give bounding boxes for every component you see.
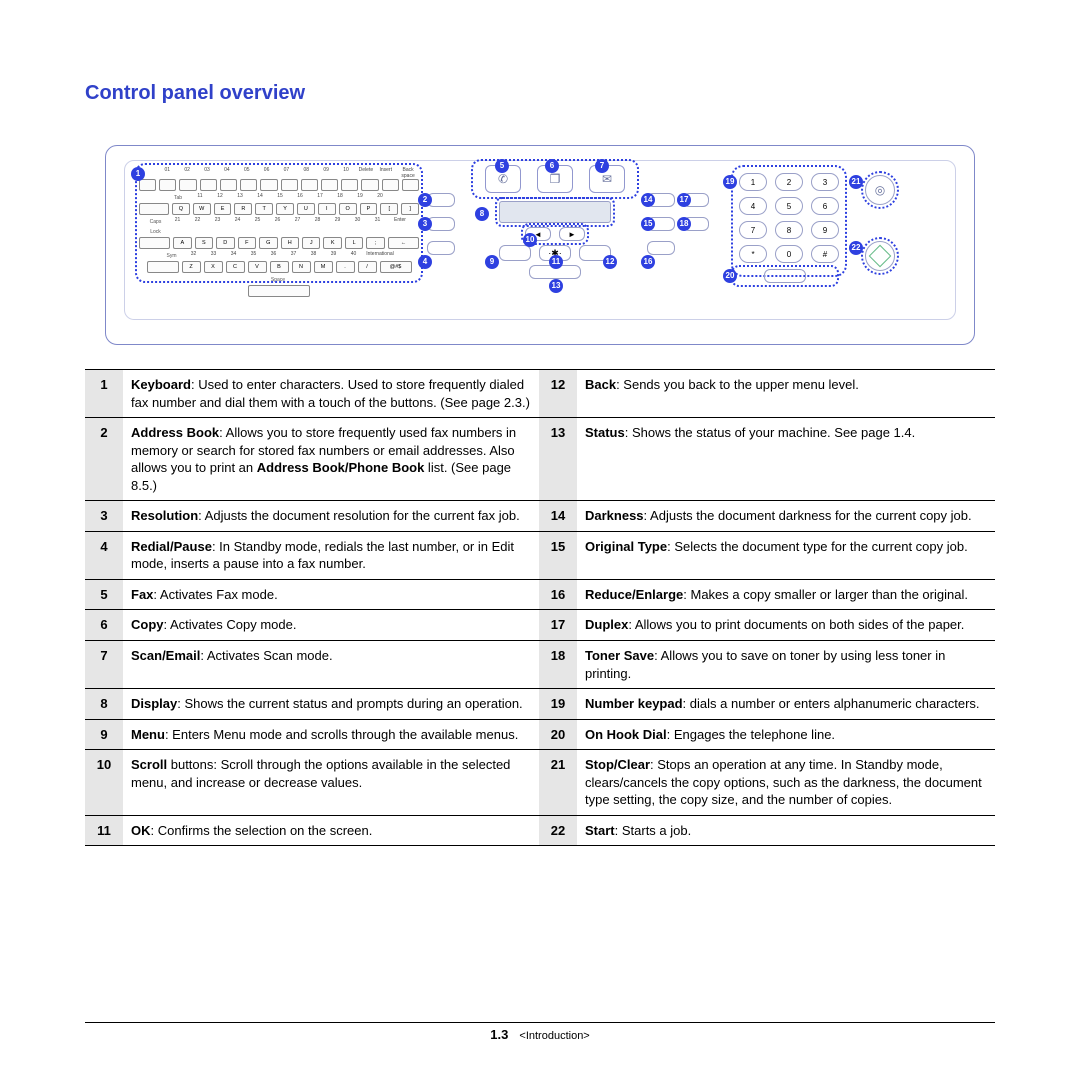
callout-1: 1 <box>131 167 145 181</box>
callout-2: 2 <box>418 193 432 207</box>
stop-clear-button: ◎ <box>865 175 895 205</box>
on-hook-dial-button <box>735 269 835 283</box>
table-row: 9Menu: Enters Menu mode and scrolls thro… <box>85 719 995 750</box>
scroll-right-button: ► <box>559 227 585 241</box>
callout-18: 18 <box>677 217 691 231</box>
table-row: 5Fax: Activates Fax mode.16Reduce/Enlarg… <box>85 579 995 610</box>
table-row: 8Display: Shows the current status and p… <box>85 689 995 720</box>
scan-icon: ✉ <box>602 172 612 186</box>
key-caps <box>139 237 170 249</box>
key-sym <box>147 261 179 273</box>
table-row: 11OK: Confirms the selection on the scre… <box>85 815 995 846</box>
table-row: 3Resolution: Adjusts the document resolu… <box>85 501 995 532</box>
menu-button <box>499 245 531 261</box>
callout-7: 7 <box>595 159 609 173</box>
number-keypad: 123 456 789 *0# <box>735 169 843 273</box>
callout-5: 5 <box>495 159 509 173</box>
keyboard-group: 01020304050607080910DeleteInsertBack spa… <box>139 167 419 279</box>
copy-icon: ❐ <box>550 172 561 186</box>
table-row: 4Redial/Pause: In Standby mode, redials … <box>85 531 995 579</box>
callout-22: 22 <box>849 241 863 255</box>
callout-16: 16 <box>641 255 655 269</box>
callout-19: 19 <box>723 175 737 189</box>
table-row: 7Scan/Email: Activates Scan mode.18Toner… <box>85 641 995 689</box>
table-row: 10Scroll buttons: Scroll through the opt… <box>85 750 995 816</box>
callout-14: 14 <box>641 193 655 207</box>
page-footer: 1.3 <Introduction> <box>85 1022 995 1042</box>
callout-10: 10 <box>523 233 537 247</box>
callout-8: 8 <box>475 207 489 221</box>
page-heading: Control panel overview <box>85 82 995 105</box>
redial-pause-button <box>427 241 455 255</box>
key-tab <box>139 203 169 215</box>
callout-3: 3 <box>418 217 432 231</box>
stop-icon: ◎ <box>875 183 885 197</box>
table-row: 2Address Book: Allows you to store frequ… <box>85 418 995 501</box>
callout-9: 9 <box>485 255 499 269</box>
table-row: 6Copy: Activates Copy mode.17Duplex: All… <box>85 610 995 641</box>
callout-21: 21 <box>849 175 863 189</box>
legend-table: 1Keyboard: Used to enter characters. Use… <box>85 369 995 846</box>
callout-17: 17 <box>677 193 691 207</box>
key-space <box>248 285 310 297</box>
footer-section: <Introduction> <box>519 1030 589 1042</box>
callout-11: 11 <box>549 255 563 269</box>
callout-12: 12 <box>603 255 617 269</box>
callout-4: 4 <box>418 255 432 269</box>
callout-20: 20 <box>723 269 737 283</box>
reduce-enlarge-button <box>647 241 675 255</box>
callout-15: 15 <box>641 217 655 231</box>
table-row: 1Keyboard: Used to enter characters. Use… <box>85 370 995 418</box>
lcd-display <box>499 201 611 223</box>
callout-13: 13 <box>549 279 563 293</box>
start-button <box>865 241 895 271</box>
key <box>139 179 156 191</box>
start-icon <box>869 245 892 268</box>
control-panel-diagram: 1 2 3 4 5 6 7 8 9 10 11 12 13 14 15 16 1… <box>105 145 975 345</box>
callout-6: 6 <box>545 159 559 173</box>
fax-icon: ✆ <box>498 172 508 186</box>
